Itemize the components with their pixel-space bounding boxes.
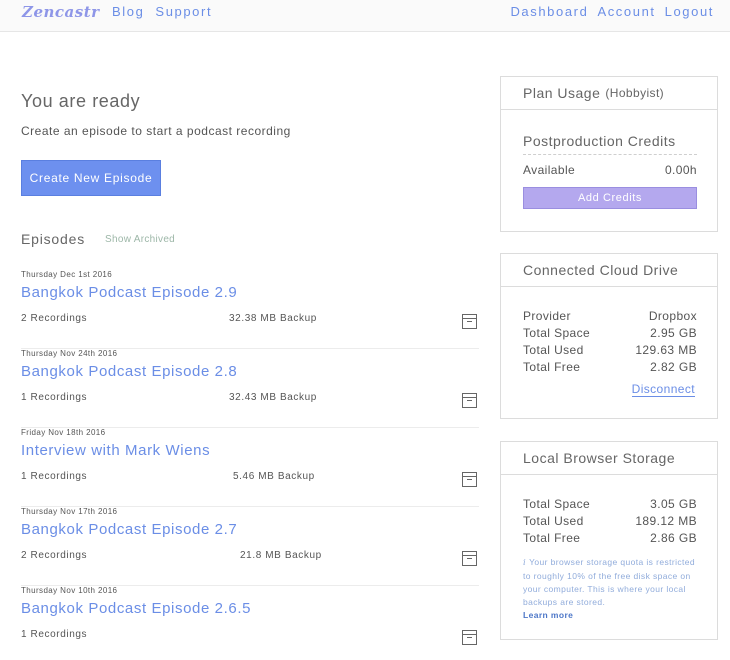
cloud-row-label: Provider <box>523 309 571 323</box>
nav-link-account[interactable]: Account <box>597 4 655 19</box>
nav-link-blog[interactable]: Blog <box>112 4 144 19</box>
episode-recordings-count: 1 Recordings <box>21 629 88 640</box>
local-row-label: Total Used <box>523 514 584 528</box>
page-subtitle: Create an episode to start a podcast rec… <box>21 124 291 138</box>
episode-recordings-count: 1 Recordings <box>21 392 88 403</box>
plan-usage-title: Plan Usage <box>523 85 601 101</box>
episode-backup-size: 21.8 MB Backup <box>240 550 322 561</box>
cloud-row-value: 2.82 GB <box>650 360 697 374</box>
episode-title-link[interactable]: Interview with Mark Wiens <box>21 442 210 459</box>
create-episode-button[interactable]: Create New Episode <box>21 160 161 196</box>
page-title: You are ready <box>21 91 141 111</box>
cloud-drive-title: Connected Cloud Drive <box>523 262 679 278</box>
show-archived-link[interactable]: Show Archived <box>105 234 175 245</box>
episode-date: Thursday Nov 10th 2016 <box>21 586 118 595</box>
episode-recordings-count: 2 Recordings <box>21 550 88 561</box>
local-row-value: 2.86 GB <box>650 531 697 545</box>
local-row-value: 3.05 GB <box>650 497 697 511</box>
cloud-row-value: 129.63 MB <box>635 343 697 357</box>
cloud-info-row: Provider Dropbox <box>523 309 697 323</box>
episode-backup-size: 32.38 MB Backup <box>229 313 317 324</box>
nav-right: Dashboard Account Logout <box>510 4 714 19</box>
episode-date: Thursday Nov 17th 2016 <box>21 507 118 516</box>
episode-row: Thursday Nov 24th 2016 Bangkok Podcast E… <box>21 349 479 428</box>
nav-left: Blog Support <box>112 4 212 19</box>
cloud-row-value: 2.95 GB <box>650 326 697 340</box>
episode-date: Thursday Nov 24th 2016 <box>21 349 118 358</box>
archive-icon[interactable] <box>462 393 477 408</box>
disconnect-link[interactable]: Disconnect <box>631 382 695 397</box>
storage-note-text: Your browser storage quota is restricted… <box>523 557 696 607</box>
info-icon: i <box>523 558 527 568</box>
storage-quota-note: i Your browser storage quota is restricte… <box>523 556 701 622</box>
plan-usage-panel: Plan Usage (Hobbyist) Postproduction Cre… <box>500 76 718 232</box>
nav-link-dashboard[interactable]: Dashboard <box>510 4 588 19</box>
nav-link-logout[interactable]: Logout <box>665 4 714 19</box>
cloud-drive-panel: Connected Cloud Drive Provider Dropbox T… <box>500 253 718 419</box>
episode-backup-size: 5.46 MB Backup <box>233 471 315 482</box>
archive-icon[interactable] <box>462 630 477 645</box>
cloud-row-value: Dropbox <box>648 309 697 323</box>
cloud-info-row: Total Space 2.95 GB <box>523 326 697 340</box>
local-row-label: Total Space <box>523 497 591 511</box>
archive-icon[interactable] <box>462 551 477 566</box>
cloud-row-label: Total Space <box>523 326 591 340</box>
episode-row: Thursday Nov 10th 2016 Bangkok Podcast E… <box>21 586 479 660</box>
local-info-row: Total Used 189.12 MB <box>523 514 697 528</box>
top-nav: Zencastr Blog Support Dashboard Account … <box>0 0 730 32</box>
nav-link-support[interactable]: Support <box>155 4 212 19</box>
episode-title-link[interactable]: Bangkok Podcast Episode 2.7 <box>21 521 237 538</box>
local-info-row: Total Space 3.05 GB <box>523 497 697 511</box>
episodes-heading: Episodes <box>21 231 85 247</box>
local-storage-header: Local Browser Storage <box>501 442 717 475</box>
episode-row: Thursday Dec 1st 2016 Bangkok Podcast Ep… <box>21 270 479 349</box>
zencastr-logo[interactable]: Zencastr <box>22 3 100 21</box>
episode-recordings-count: 1 Recordings <box>21 471 88 482</box>
available-value: 0.00h <box>664 163 697 177</box>
plan-tier: (Hobbyist) <box>605 86 665 100</box>
learn-more-link[interactable]: Learn more <box>523 610 573 620</box>
available-credits-row: Available 0.00h <box>523 163 697 177</box>
episode-title-link[interactable]: Bangkok Podcast Episode 2.6.5 <box>21 600 251 617</box>
cloud-info-row: Total Free 2.82 GB <box>523 360 697 374</box>
episode-row: Friday Nov 18th 2016 Interview with Mark… <box>21 428 479 507</box>
episode-date: Friday Nov 18th 2016 <box>21 428 106 437</box>
cloud-drive-header: Connected Cloud Drive <box>501 254 717 287</box>
episode-title-link[interactable]: Bangkok Podcast Episode 2.9 <box>21 284 237 301</box>
archive-icon[interactable] <box>462 314 477 329</box>
available-label: Available <box>523 163 576 177</box>
local-row-label: Total Free <box>523 531 581 545</box>
local-info-row: Total Free 2.86 GB <box>523 531 697 545</box>
episode-title-link[interactable]: Bangkok Podcast Episode 2.8 <box>21 363 237 380</box>
cloud-info-row: Total Used 129.63 MB <box>523 343 697 357</box>
local-row-value: 189.12 MB <box>635 514 697 528</box>
cloud-row-label: Total Free <box>523 360 581 374</box>
cloud-row-label: Total Used <box>523 343 584 357</box>
add-credits-button[interactable]: Add Credits <box>523 187 697 209</box>
episode-recordings-count: 2 Recordings <box>21 313 88 324</box>
local-storage-panel: Local Browser Storage Total Space 3.05 G… <box>500 441 718 640</box>
postproduction-credits-title: Postproduction Credits <box>523 133 697 155</box>
episode-backup-size: 32.43 MB Backup <box>229 392 317 403</box>
local-storage-title: Local Browser Storage <box>523 450 676 466</box>
episode-date: Thursday Dec 1st 2016 <box>21 270 113 279</box>
episode-row: Thursday Nov 17th 2016 Bangkok Podcast E… <box>21 507 479 586</box>
plan-usage-header: Plan Usage (Hobbyist) <box>501 77 717 110</box>
archive-icon[interactable] <box>462 472 477 487</box>
